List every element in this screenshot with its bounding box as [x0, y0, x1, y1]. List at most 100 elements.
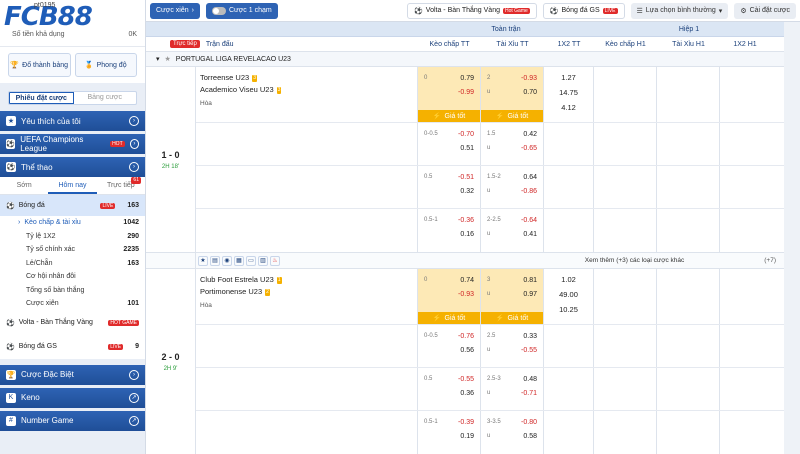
odds-button[interactable]: 3 0.81 — [481, 273, 543, 287]
odds-button[interactable]: 2 -0.93 — [481, 71, 543, 85]
odds-button[interactable]: 2.5 0.33 — [481, 329, 543, 343]
sort-select[interactable]: ☰ Lựa chọn bình thường ▾ — [630, 2, 729, 19]
sport-soccer[interactable]: ⚽ Bóng đá LIVE 163 — [0, 195, 145, 216]
odds-button[interactable]: 0.5 -0.55 — [418, 372, 480, 386]
sub-handicap[interactable]: › Kèo chấp & tài xỉu 1042 — [0, 216, 145, 230]
field-icon[interactable]: ▭ — [246, 255, 256, 266]
hot-badge: HOT — [110, 141, 125, 147]
best-price-label: Giá tốt — [507, 112, 529, 120]
odds-value: -0.70 — [458, 130, 474, 138]
odds-button[interactable]: 0.5-1 -0.36 — [418, 213, 480, 227]
sport-volta[interactable]: ⚽ Volta - Bàn Thắng Vàng HOT GAME — [0, 311, 145, 335]
odds-button[interactable]: u -0.65 — [481, 141, 543, 155]
odds-button[interactable]: u 0.97 — [481, 287, 543, 301]
ah-h1-cell — [594, 123, 657, 165]
league-row[interactable]: ▾ ★ PORTUGAL LIGA REVELACAO U23 — [146, 52, 784, 67]
settings-button[interactable]: ⚙ Cài đặt cược — [734, 2, 796, 19]
section-special[interactable]: 🏆 Cược Đặc Biệt › — [0, 364, 145, 385]
header-half1: Hiệp 1 — [678, 25, 700, 33]
odds-button[interactable]: 14.75 — [544, 88, 593, 103]
sport-gs[interactable]: ⚽ Bóng đá GS LIVE 9 — [0, 335, 145, 359]
odds-value: -0.86 — [521, 187, 537, 195]
tab-bet-list[interactable]: Bảng cược — [74, 92, 137, 104]
1x2-odds-cell — [544, 368, 594, 410]
sub-1x2[interactable]: Tỷ lệ 1X2 290 — [0, 230, 145, 244]
scrollbar[interactable] — [784, 22, 800, 454]
tab-betslip[interactable]: Phiếu đặt cược — [9, 92, 74, 104]
volta-link[interactable]: ⚽ Volta - Bàn Thắng Vàng Hot Game — [407, 2, 537, 19]
tab-early[interactable]: Sớm — [0, 177, 48, 194]
odds-button[interactable]: 1.27 — [544, 73, 593, 88]
gs-link[interactable]: ⚽ Bóng đá GS LIVE — [542, 2, 625, 19]
odds-button[interactable]: 3-3.5 -0.80 — [481, 415, 543, 429]
sub-total-goals[interactable]: Tổng số bàn thắng — [0, 284, 145, 298]
stats-icon[interactable]: ▤ — [210, 255, 220, 266]
star-icon[interactable]: ★ — [165, 55, 171, 63]
favorite-icon[interactable]: ★ — [198, 255, 208, 266]
odds-button[interactable]: 1.5-2 0.64 — [481, 170, 543, 184]
odds-button[interactable]: 10.25 — [544, 305, 593, 320]
teams-cell[interactable]: Club Foot Estrela U23 1 Portimonense U23 2 H… — [196, 269, 418, 324]
odds-button[interactable]: 0 0.79 — [418, 71, 480, 85]
1x2-h1-cell — [720, 368, 784, 410]
odds-button[interactable]: 0.51 — [418, 141, 480, 155]
handicap-line: u — [487, 231, 491, 237]
odds-button[interactable]: u 0.70 — [481, 85, 543, 99]
odds-button[interactable]: 0.19 — [418, 429, 480, 443]
tab-today[interactable]: Hôm nay — [48, 177, 97, 194]
tab-live[interactable]: Trực tiếp 61 — [97, 177, 145, 194]
odds-button[interactable]: 1.02 — [544, 275, 593, 290]
odds-button[interactable]: -0.99 — [418, 85, 480, 99]
sub-correct-score[interactable]: Tỷ số chính xác 2235 — [0, 243, 145, 257]
1x2-odds-cell — [544, 209, 594, 252]
odds-button[interactable]: u 0.41 — [481, 227, 543, 241]
odds-button[interactable]: u -0.71 — [481, 386, 543, 400]
fire-icon[interactable]: ♨ — [270, 255, 280, 266]
live-tag[interactable]: Trực tiếp — [170, 40, 200, 48]
odds-button[interactable]: 0 0.74 — [418, 273, 480, 287]
toggle-switch[interactable] — [211, 6, 226, 15]
section-keno[interactable]: K Keno ↗ — [0, 387, 145, 408]
odds-button[interactable]: u -0.86 — [481, 184, 543, 198]
odds-value: 0.33 — [523, 332, 537, 340]
leaderboard-button[interactable]: 🏆 Đổ thành bảng — [8, 53, 71, 77]
lineup-icon[interactable]: ▥ — [258, 255, 268, 266]
section-sports[interactable]: ⚽ Thể thao › — [0, 157, 145, 177]
odds-button[interactable]: 0-0.5 -0.76 — [418, 329, 480, 343]
odds-button[interactable]: 49.00 — [544, 290, 593, 305]
odds-button[interactable]: 0-0.5 -0.70 — [418, 127, 480, 141]
table-icon[interactable]: ▦ — [234, 255, 244, 266]
odds-button[interactable]: 0.56 — [418, 343, 480, 357]
form-button[interactable]: 🏅 Phong độ — [74, 53, 137, 77]
sub-parlay[interactable]: Cược xiên 101 — [0, 297, 145, 311]
odds-button[interactable]: 0.5-1 -0.39 — [418, 415, 480, 429]
odds-button[interactable]: 0.5 -0.51 — [418, 170, 480, 184]
odds-button[interactable]: 0.32 — [418, 184, 480, 198]
sport-label: Bóng đá GS — [18, 343, 57, 350]
odds-button[interactable]: 2.5-3 0.48 — [481, 372, 543, 386]
header-match: Trận đấu — [205, 40, 234, 48]
odds-button[interactable]: 1.5 0.42 — [481, 127, 543, 141]
odds-button[interactable]: 0.16 — [418, 227, 480, 241]
collapse-icon[interactable]: ▾ — [156, 55, 160, 63]
section-favorites[interactable]: ★ Yêu thích của tôi › — [0, 111, 145, 131]
odds-button[interactable]: -0.93 — [418, 287, 480, 301]
more-bets-link[interactable]: Xem thêm (+3) các loại cược khác — [585, 257, 684, 264]
one-tap-toggle[interactable]: Cược 1 chạm — [205, 2, 278, 19]
parlay-button[interactable]: Cược xiên › — [150, 2, 200, 19]
match-block: 2 - 0 2H 9' Club Foot Estrela U23 1 Portimon… — [146, 269, 784, 454]
odds-value: 0.81 — [523, 276, 537, 284]
sub-odd-even[interactable]: Lẻ/Chẵn 163 — [0, 257, 145, 271]
section-number-game[interactable]: # Number Game ↗ — [0, 410, 145, 431]
odds-button[interactable]: 2-2.5 -0.64 — [481, 213, 543, 227]
ah-odds-cell: 0-0.5 -0.76 0.56 — [418, 325, 481, 367]
more-count[interactable]: (+7) — [764, 257, 776, 264]
sub-double-chance[interactable]: Cơ hội nhân đôi — [0, 270, 145, 284]
odds-button[interactable]: u -0.55 — [481, 343, 543, 357]
teams-cell[interactable]: Torreense U23 3 Academico Viseu U23 3 Hòa — [196, 67, 418, 122]
odds-button[interactable]: 0.36 — [418, 386, 480, 400]
section-ucl[interactable]: ⚽ UEFA Champions League HOT › — [0, 134, 145, 154]
odds-button[interactable]: 4.12 — [544, 103, 593, 118]
view-icon[interactable]: ◉ — [222, 255, 232, 266]
odds-button[interactable]: u 0.58 — [481, 429, 543, 443]
